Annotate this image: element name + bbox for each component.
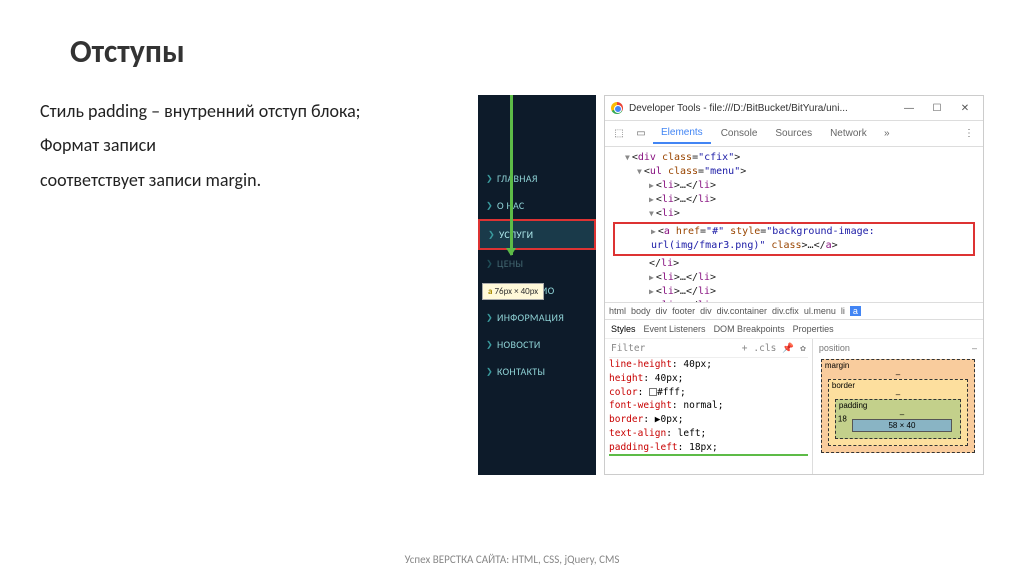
slide-footer: Успех ВЕРСТКА САЙТА: HTML, CSS, jQuery, …: [0, 553, 1024, 566]
breadcrumb[interactable]: htmlbodydivfooterdivdiv.containerdiv.cfi…: [605, 302, 983, 320]
body-line: соответствует записи margin.: [40, 164, 470, 196]
maximize-button[interactable]: ☐: [925, 100, 949, 116]
styles-subtabs: Styles Event Listeners DOM Breakpoints P…: [605, 320, 983, 339]
chevron-right-icon: ❯: [486, 259, 493, 269]
kebab-menu-icon[interactable]: ⋮: [959, 128, 979, 139]
tab-sources[interactable]: Sources: [767, 124, 820, 143]
subtab-event-listeners[interactable]: Event Listeners: [644, 324, 706, 334]
chevron-right-icon: ❯: [486, 174, 493, 184]
subtab-properties[interactable]: Properties: [793, 324, 834, 334]
nav-label: ЦЕНЫ: [497, 257, 523, 270]
slide-title: Отступы: [70, 32, 984, 71]
chrome-icon: [611, 102, 623, 114]
highlighted-node[interactable]: ▶<a href="#" style="background-image: ur…: [613, 222, 975, 256]
nav-label: ИНФОРМАЦИЯ: [497, 311, 564, 324]
window-title: Developer Tools - file:///D:/BitBucket/B…: [629, 103, 891, 114]
color-swatch[interactable]: [649, 388, 657, 396]
more-tabs-icon[interactable]: »: [877, 128, 897, 139]
nav-label: НОВОСТИ: [497, 338, 541, 351]
filter-input[interactable]: Filter: [611, 343, 645, 354]
devtools-tabs: ⬚ ▭ Elements Console Sources Network » ⋮: [605, 121, 983, 147]
box-padding: padding 18 – 58 × 40: [835, 399, 961, 439]
close-button[interactable]: ✕: [953, 100, 977, 116]
dom-tree[interactable]: ▼<div class="cfix"> ▼<ul class="menu"> ▶…: [605, 147, 983, 302]
cls-toggle[interactable]: .cls: [753, 343, 776, 354]
chevron-right-icon: ❯: [486, 201, 493, 211]
pin-icon[interactable]: 📌: [782, 343, 794, 354]
add-rule-icon[interactable]: +: [742, 343, 748, 354]
body-line: Формат записи: [40, 129, 470, 161]
box-model-panel: position– margin – border – padding 18: [813, 339, 983, 474]
size-tooltip: a 76px × 40px: [482, 283, 544, 300]
subtab-styles[interactable]: Styles: [611, 324, 636, 334]
nav-item[interactable]: ❯ КОНТАКТЫ: [478, 358, 596, 385]
green-arrow: [510, 95, 513, 255]
chevron-right-icon: ❯: [486, 340, 493, 350]
nav-item[interactable]: ❯ ИНФОРМАЦИЯ: [478, 304, 596, 331]
inspect-icon[interactable]: ⬚: [609, 128, 629, 139]
position-label: position: [819, 343, 850, 353]
nav-label: УСЛУГИ: [499, 228, 533, 241]
nav-item[interactable]: ❯ НОВОСТИ: [478, 331, 596, 358]
nav-item-selected[interactable]: ❯ УСЛУГИ: [478, 219, 596, 250]
box-border: border – padding 18 – 58 × 40: [828, 379, 968, 446]
device-toggle-icon[interactable]: ▭: [631, 128, 651, 139]
chevron-right-icon: ❯: [486, 313, 493, 323]
more-icon[interactable]: ✿: [800, 343, 806, 354]
nav-item[interactable]: ❯ ГЛАВНАЯ: [478, 165, 596, 192]
nav-label: КОНТАКТЫ: [497, 365, 545, 378]
site-nav-preview: ❯ ГЛАВНАЯ ❯О НАС ❯ УСЛУГИ a 76px × 40px ❯ Ц…: [478, 95, 596, 475]
tab-elements[interactable]: Elements: [653, 123, 711, 144]
tab-network[interactable]: Network: [822, 124, 875, 143]
window-titlebar: Developer Tools - file:///D:/BitBucket/B…: [605, 96, 983, 121]
minimize-button[interactable]: —: [897, 100, 921, 116]
tab-console[interactable]: Console: [713, 124, 766, 143]
chevron-right-icon: ❯: [486, 367, 493, 377]
box-margin: margin – border – padding 18 – 58 × 40: [821, 359, 975, 453]
box-content: 58 × 40: [852, 419, 952, 432]
devtools-window: Developer Tools - file:///D:/BitBucket/B…: [604, 95, 984, 475]
nav-item[interactable]: ❯ ЦЕНЫ: [478, 250, 596, 277]
styles-panel[interactable]: Filter + .cls 📌 ✿ line-height: 40px; hei…: [605, 339, 813, 474]
chevron-right-icon: ❯: [488, 230, 495, 240]
body-text: Стиль padding – внутренний отступ блока;…: [40, 95, 470, 475]
subtab-dom-breakpoints[interactable]: DOM Breakpoints: [714, 324, 785, 334]
nav-label: ГЛАВНАЯ: [497, 172, 538, 185]
nav-item[interactable]: ❯О НАС: [478, 192, 596, 219]
body-line: Стиль padding – внутренний отступ блока;: [40, 95, 470, 127]
